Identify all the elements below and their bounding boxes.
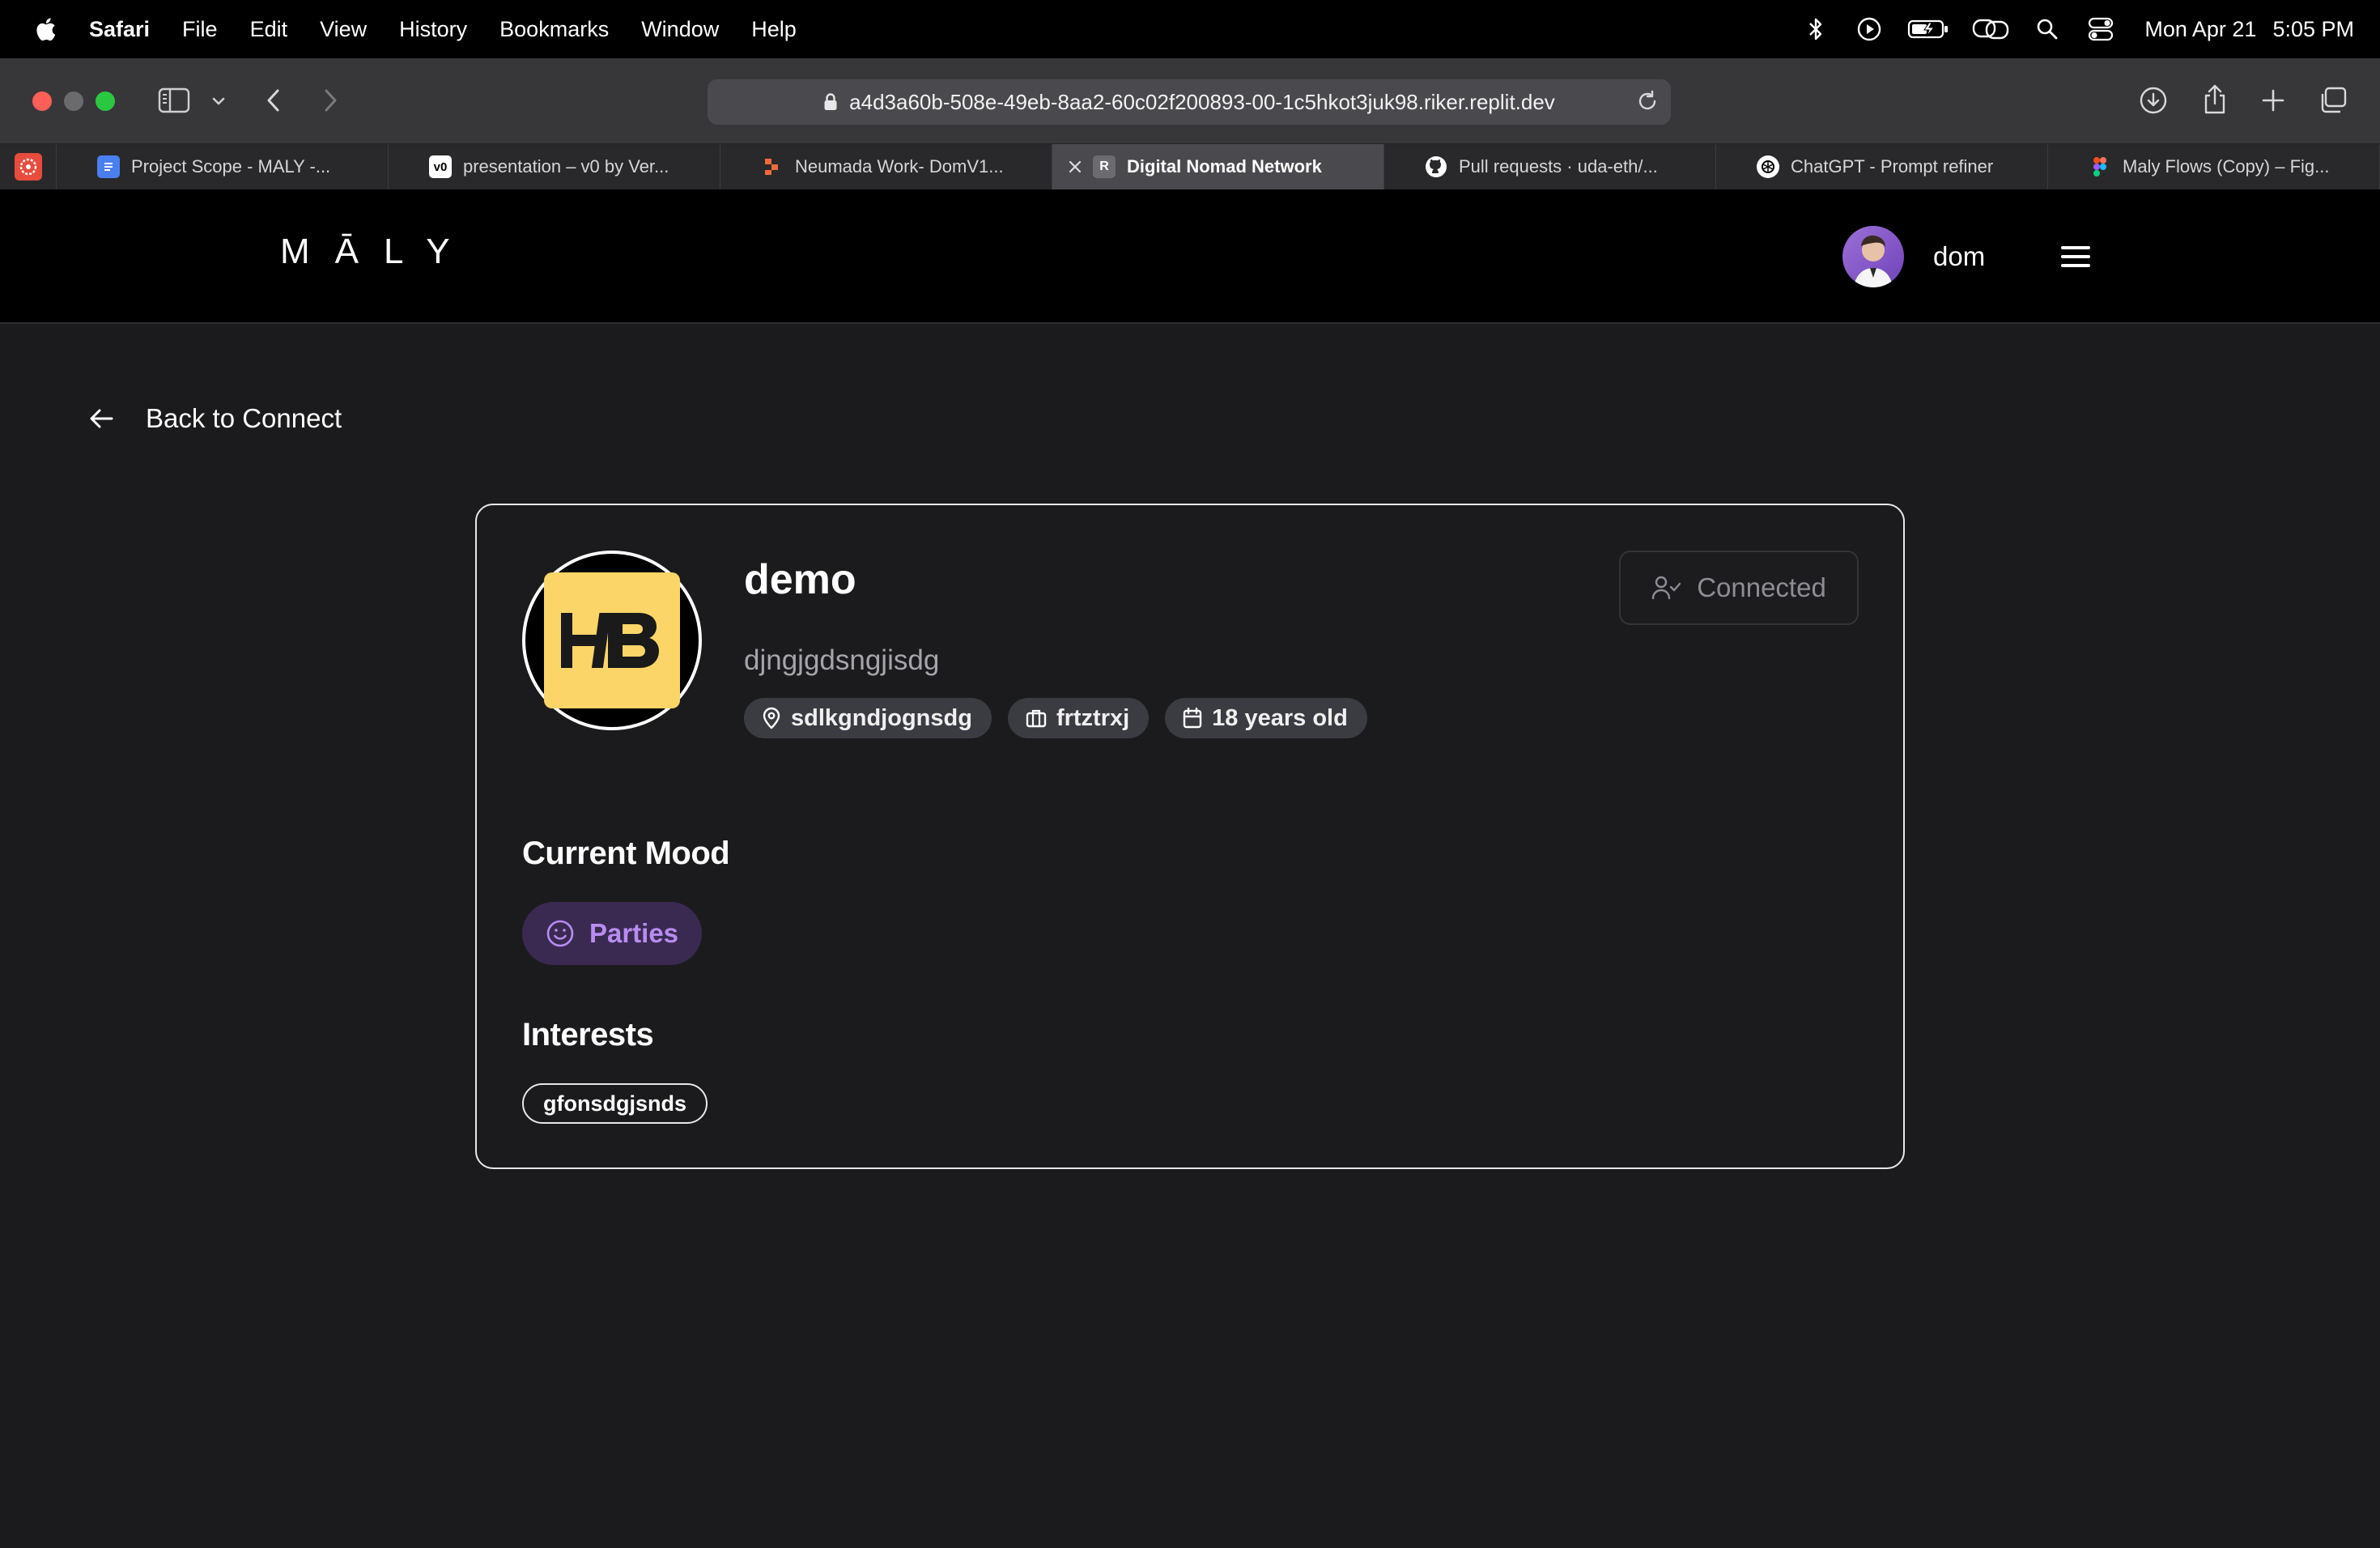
occupation-chip: frtztrxj <box>1007 698 1150 738</box>
pinned-tab[interactable] <box>0 144 57 189</box>
interest-tag[interactable]: gfonsdgjsnds <box>522 1083 708 1124</box>
menu-help[interactable]: Help <box>751 17 797 42</box>
menu-window[interactable]: Window <box>641 17 719 42</box>
figma-like-icon <box>761 155 784 178</box>
profile-avatar <box>522 551 702 730</box>
tab-chatgpt[interactable]: ChatGPT - Prompt refiner <box>1716 144 2048 189</box>
tab-label: Maly Flows (Copy) – Fig... <box>2123 156 2330 176</box>
menu-app-name[interactable]: Safari <box>89 17 150 42</box>
tab-label: Project Scope - MALY -... <box>131 156 331 176</box>
lock-icon <box>823 92 838 112</box>
connected-button[interactable]: Connected <box>1619 551 1859 625</box>
window-minimize-button[interactable] <box>64 91 83 111</box>
interests-heading: Interests <box>522 1017 654 1053</box>
window-close-button[interactable] <box>32 91 52 111</box>
mood-label: Parties <box>589 918 679 948</box>
new-tab-icon[interactable] <box>2259 86 2288 115</box>
hb-logo-image <box>544 572 680 708</box>
now-playing-icon[interactable] <box>1853 13 1885 45</box>
user-name[interactable]: dom <box>1933 241 1985 272</box>
tab-label: Pull requests · uda-eth/... <box>1459 156 1658 176</box>
menu-view[interactable]: View <box>320 17 367 42</box>
screen-mirroring-icon[interactable] <box>1971 13 2010 45</box>
menu-edit[interactable]: Edit <box>250 17 288 42</box>
connected-label: Connected <box>1697 572 1826 602</box>
tab-neumada-work[interactable]: Neumada Work- DomV1... <box>720 144 1052 189</box>
sidebar-toggle-icon[interactable] <box>157 86 191 115</box>
tab-overview-icon[interactable] <box>2317 84 2349 117</box>
figma-icon <box>2089 155 2111 178</box>
forward-nav-icon[interactable] <box>317 86 343 115</box>
url-text: a4d3a60b-508e-49eb-8aa2-60c02f200893-00-… <box>849 89 1555 114</box>
spotlight-search-icon[interactable] <box>2031 13 2063 45</box>
bluetooth-icon[interactable] <box>1800 13 1832 45</box>
tab-project-scope[interactable]: Project Scope - MALY -... <box>57 144 389 189</box>
replit-icon: R <box>1093 155 1116 178</box>
arrow-left-icon <box>90 409 113 428</box>
profile-bio: djngjgdsngjisdg <box>744 644 940 676</box>
tab-pull-requests[interactable]: Pull requests · uda-eth/... <box>1384 144 1716 189</box>
tab-bar: Project Scope - MALY -... v0 presentatio… <box>0 144 2380 189</box>
back-to-connect-link[interactable]: Back to Connect <box>89 403 342 434</box>
location-chip: sdlkgndjognsdg <box>744 698 992 738</box>
back-label: Back to Connect <box>146 403 342 433</box>
tab-digital-nomad-network[interactable]: R Digital Nomad Network <box>1052 144 1384 189</box>
close-tab-icon[interactable] <box>1064 155 1086 178</box>
tab-label: Neumada Work- DomV1... <box>795 156 1004 176</box>
menu-time: 5:05 PM <box>2272 16 2354 41</box>
profile-card: demo djngjgdsngjisdg sdlkgndjognsdg frtz… <box>475 504 1905 1169</box>
map-pin-icon <box>763 707 780 729</box>
menu-bookmarks[interactable]: Bookmarks <box>499 17 609 42</box>
share-icon[interactable] <box>2199 81 2231 117</box>
age-chip: 18 years old <box>1165 698 1367 738</box>
chevron-down-icon[interactable] <box>209 92 228 110</box>
back-nav-icon[interactable] <box>261 86 287 115</box>
github-icon <box>1425 155 1447 178</box>
tab-maly-flows[interactable]: Maly Flows (Copy) – Fig... <box>2048 144 2380 189</box>
occupation-text: frtztrxj <box>1056 704 1130 731</box>
menu-bar: Safari File Edit View History Bookmarks … <box>0 0 2380 58</box>
user-check-icon <box>1651 576 1681 600</box>
location-text: sdlkgndjognsdg <box>791 704 972 731</box>
control-center-icon[interactable] <box>2085 13 2117 45</box>
tab-label: ChatGPT - Prompt refiner <box>1791 156 1994 176</box>
mood-pill[interactable]: Parties <box>522 902 702 965</box>
smile-icon <box>546 920 574 947</box>
docs-icon <box>97 155 120 178</box>
downloads-icon[interactable] <box>2137 84 2170 117</box>
tab-label: Digital Nomad Network <box>1127 156 1322 176</box>
app-header: MĀLY dom <box>0 189 2380 324</box>
hamburger-menu-icon[interactable] <box>2061 243 2090 270</box>
profile-details: sdlkgndjognsdg frtztrxj 18 years old <box>744 698 1383 738</box>
v0-icon: v0 <box>429 155 452 178</box>
briefcase-icon <box>1026 709 1047 728</box>
calendar-icon <box>1183 708 1202 729</box>
menu-file[interactable]: File <box>182 17 218 42</box>
battery-icon[interactable] <box>1906 13 1950 45</box>
user-avatar[interactable] <box>1842 226 1904 287</box>
tab-presentation[interactable]: v0 presentation – v0 by Ver... <box>389 144 720 189</box>
apple-menu-icon[interactable] <box>32 15 57 43</box>
pinned-tab-favicon-icon <box>14 153 42 181</box>
tab-label: presentation – v0 by Ver... <box>463 156 669 176</box>
current-mood-heading: Current Mood <box>522 836 730 871</box>
profile-name: demo <box>744 556 856 603</box>
menu-clock[interactable]: Mon Apr 21 5:05 PM <box>2144 17 2354 42</box>
chatgpt-icon <box>1757 155 1779 178</box>
address-bar[interactable]: a4d3a60b-508e-49eb-8aa2-60c02f200893-00-… <box>708 79 1671 125</box>
reload-icon[interactable] <box>1635 89 1660 119</box>
window-zoom-button[interactable] <box>96 91 115 111</box>
menu-date: Mon Apr 21 <box>2144 16 2257 41</box>
maly-logo[interactable]: MĀLY <box>280 232 475 272</box>
age-text: 18 years old <box>1212 704 1348 731</box>
menu-history[interactable]: History <box>399 17 467 42</box>
